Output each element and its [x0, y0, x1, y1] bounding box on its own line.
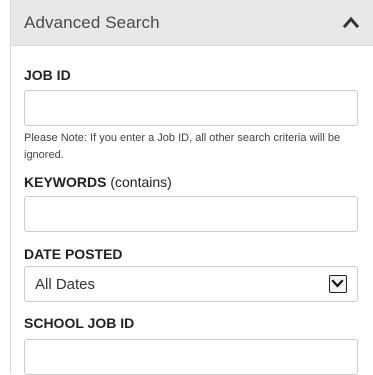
keywords-label-text: KEYWORDS	[24, 174, 107, 190]
school-job-id-label: SCHOOL JOB ID	[24, 315, 135, 331]
date-posted-value: All Dates	[35, 275, 96, 293]
job-id-note: Please Note: If you enter a Job ID, all …	[24, 132, 341, 161]
date-posted-label: DATE POSTED	[24, 246, 123, 262]
panel-title: Advanced Search	[24, 12, 160, 32]
chevron-down-icon	[331, 279, 344, 288]
job-id-label: JOB ID	[24, 67, 71, 83]
panel-body: JOB ID Please Note: If you enter a Job I…	[11, 46, 373, 375]
date-posted-select[interactable]: All Dates	[24, 266, 358, 302]
advanced-search-panel: Advanced Search JOB ID Please Note: If y…	[10, 0, 373, 375]
panel-header[interactable]: Advanced Search	[11, 0, 373, 46]
keywords-label: KEYWORDS (contains)	[24, 174, 373, 190]
keywords-input[interactable]	[24, 196, 358, 232]
job-id-input[interactable]	[24, 90, 358, 126]
dropdown-arrow[interactable]	[329, 275, 347, 293]
school-job-id-input[interactable]	[24, 339, 358, 375]
keywords-label-suffix: (contains)	[110, 174, 172, 190]
chevron-up-icon	[342, 16, 360, 29]
collapse-button[interactable]	[342, 15, 360, 29]
